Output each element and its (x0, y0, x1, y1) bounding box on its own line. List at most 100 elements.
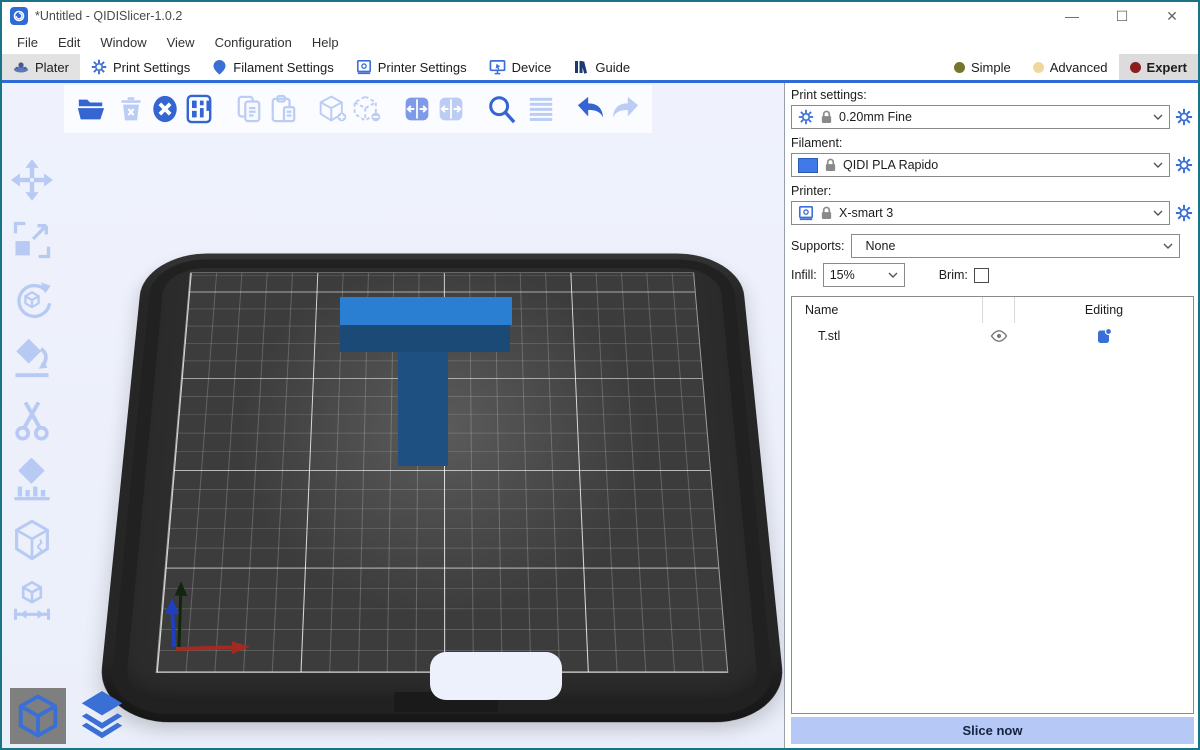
object-list-row[interactable]: T.stl (792, 323, 1193, 349)
filament-combo[interactable]: QIDI PLA Rapido (791, 153, 1170, 177)
remove-instance-icon (352, 94, 382, 124)
slice-now-button[interactable]: Slice now (791, 717, 1194, 744)
settings-panel: Print settings: 0.20mm Fine Filament: QI… (784, 83, 1198, 748)
search-button[interactable] (484, 91, 518, 127)
edit-object-icon (1095, 327, 1113, 345)
print-settings-value: 0.20mm Fine (839, 110, 1147, 124)
menu-bar: File Edit Window View Configuration Help (2, 30, 1198, 54)
edit-filament-button[interactable] (1174, 155, 1194, 175)
open-folder-icon (76, 94, 106, 124)
tab-print-settings[interactable]: Print Settings (80, 54, 201, 80)
x-axis-arrow (176, 644, 244, 651)
paint-supports-button[interactable] (6, 455, 58, 505)
mode-expert[interactable]: Expert (1119, 54, 1198, 80)
close-button[interactable]: ✕ (1164, 8, 1180, 25)
copy-icon (235, 94, 263, 124)
printer-combo[interactable]: X-smart 3 (791, 201, 1170, 225)
model-top-face (340, 297, 512, 325)
menu-file[interactable]: File (8, 33, 47, 52)
menu-help[interactable]: Help (303, 33, 348, 52)
variable-layer-height-button[interactable] (524, 91, 558, 127)
menu-configuration[interactable]: Configuration (206, 33, 301, 52)
undo-button[interactable] (574, 91, 608, 127)
title-bar: *Untitled - QIDISlicer-1.0.2 — ☐ ✕ (2, 2, 1198, 30)
object-list-header: Name Editing (792, 297, 1193, 323)
search-icon (486, 94, 516, 124)
add-instance-button[interactable] (316, 91, 350, 127)
printer-icon (798, 205, 814, 221)
delete-all-button[interactable] (148, 91, 182, 127)
cut-scissors-icon (10, 398, 54, 442)
object-name: T.stl (792, 329, 1005, 343)
arrange-icon (185, 94, 213, 124)
scale-button[interactable] (6, 215, 58, 265)
seam-painting-button[interactable] (6, 515, 58, 565)
paint-supports-icon (10, 458, 54, 502)
printer-label: Printer: (791, 184, 1194, 198)
paste-icon (269, 94, 297, 124)
gear-icon (1175, 108, 1193, 126)
filament-value: QIDI PLA Rapido (843, 158, 1147, 172)
viewport-toolbar (64, 85, 652, 133)
add-instance-icon (318, 94, 348, 124)
supports-label: Supports: (791, 239, 845, 253)
column-editing: Editing (1015, 303, 1193, 317)
3d-viewport[interactable] (2, 83, 784, 748)
tab-filament-settings[interactable]: Filament Settings (201, 54, 344, 80)
filament-label: Filament: (791, 136, 1194, 150)
brim-checkbox[interactable] (974, 268, 989, 283)
model-stem (398, 352, 448, 466)
remove-instance-button[interactable] (350, 91, 384, 127)
trash-icon (117, 95, 145, 123)
mode-advanced[interactable]: Advanced (1022, 54, 1119, 80)
menu-edit[interactable]: Edit (49, 33, 89, 52)
edit-print-settings-button[interactable] (1174, 107, 1194, 127)
gear-icon (1175, 204, 1193, 222)
paste-button[interactable] (266, 91, 300, 127)
copy-button[interactable] (232, 91, 266, 127)
move-button[interactable] (6, 155, 58, 205)
filament-color-swatch (798, 158, 818, 173)
tab-plater[interactable]: Plater (2, 54, 80, 80)
chevron-down-icon (1153, 210, 1163, 216)
minimize-button[interactable]: — (1064, 8, 1080, 24)
maximize-button[interactable]: ☐ (1114, 8, 1130, 25)
tab-device[interactable]: Device (478, 54, 563, 80)
3d-editor-view-button[interactable] (10, 688, 66, 744)
preview-layers-icon (75, 687, 129, 741)
supports-combo[interactable]: None (851, 234, 1180, 258)
tab-printer-settings[interactable]: Printer Settings (345, 54, 478, 80)
gear-icon (798, 109, 814, 125)
place-on-face-button[interactable] (6, 335, 58, 385)
print-settings-combo[interactable]: 0.20mm Fine (791, 105, 1170, 129)
guide-icon (573, 59, 589, 75)
edit-printer-button[interactable] (1174, 203, 1194, 223)
print-settings-label: Print settings: (791, 88, 1194, 102)
redo-button[interactable] (608, 91, 642, 127)
measure-button[interactable] (6, 575, 58, 625)
lock-icon (820, 110, 833, 124)
arrange-button[interactable] (182, 91, 216, 127)
infill-combo[interactable]: 15% (823, 263, 905, 287)
plater-icon (13, 59, 29, 75)
cut-button[interactable] (6, 395, 58, 445)
object-manipulation-toolbar (6, 155, 58, 625)
eye-icon (990, 329, 1008, 343)
menu-window[interactable]: Window (91, 33, 155, 52)
split-to-parts-button[interactable] (434, 91, 468, 127)
menu-view[interactable]: View (158, 33, 204, 52)
edit-object-button[interactable] (1095, 327, 1113, 345)
mode-simple[interactable]: Simple (943, 54, 1022, 80)
filament-icon (212, 59, 227, 75)
visibility-toggle[interactable] (983, 329, 1015, 343)
split-to-objects-button[interactable] (400, 91, 434, 127)
preview-view-button[interactable] (72, 684, 132, 744)
delete-button[interactable] (114, 91, 148, 127)
chevron-down-icon (1153, 114, 1163, 120)
split-objects-icon (403, 94, 431, 124)
tab-guide[interactable]: Guide (562, 54, 641, 80)
gear-icon (1175, 156, 1193, 174)
column-visibility (983, 297, 1015, 323)
rotate-button[interactable] (6, 275, 58, 325)
open-button[interactable] (74, 91, 108, 127)
